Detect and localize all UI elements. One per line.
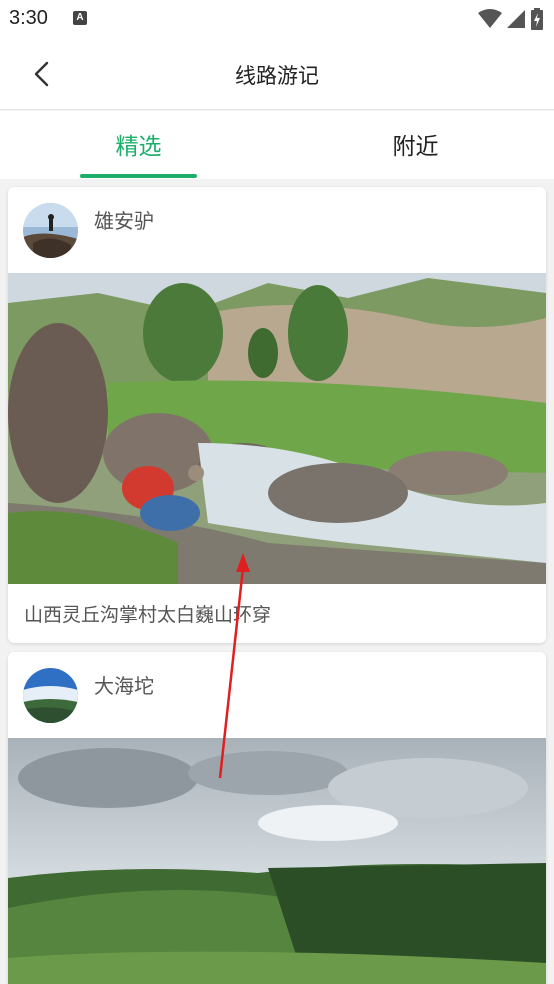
travelogue-photo[interactable] <box>8 738 546 984</box>
avatar[interactable] <box>23 668 78 723</box>
tab-nearby[interactable]: 附近 <box>277 127 554 161</box>
tab-bar: 精选 附近 <box>0 111 554 179</box>
travelogue-feed[interactable]: 雄安驴 山西灵丘沟掌村太白巍山环穿 大海坨 <box>0 179 554 984</box>
avatar[interactable] <box>23 203 78 258</box>
tab-featured[interactable]: 精选 <box>0 127 277 161</box>
app-bar: 线路游记 <box>0 38 554 110</box>
author-name[interactable]: 大海坨 <box>94 670 154 699</box>
status-bar: 3:30 A <box>0 0 554 38</box>
status-time: 3:30 <box>9 7 48 29</box>
travelogue-photo[interactable] <box>8 273 546 584</box>
wifi-icon <box>478 9 502 28</box>
travelogue-card[interactable]: 大海坨 <box>8 652 546 984</box>
a-notification-icon: A <box>73 11 87 25</box>
author-name[interactable]: 雄安驴 <box>94 205 154 234</box>
travelogue-card[interactable]: 雄安驴 山西灵丘沟掌村太白巍山环穿 <box>8 187 546 643</box>
status-icons <box>478 8 544 30</box>
page-title: 线路游记 <box>235 64 319 88</box>
battery-charging-icon <box>531 8 543 30</box>
signal-icon <box>507 10 525 28</box>
tab-indicator <box>80 174 197 178</box>
travelogue-title[interactable]: 山西灵丘沟掌村太白巍山环穿 <box>24 600 271 627</box>
